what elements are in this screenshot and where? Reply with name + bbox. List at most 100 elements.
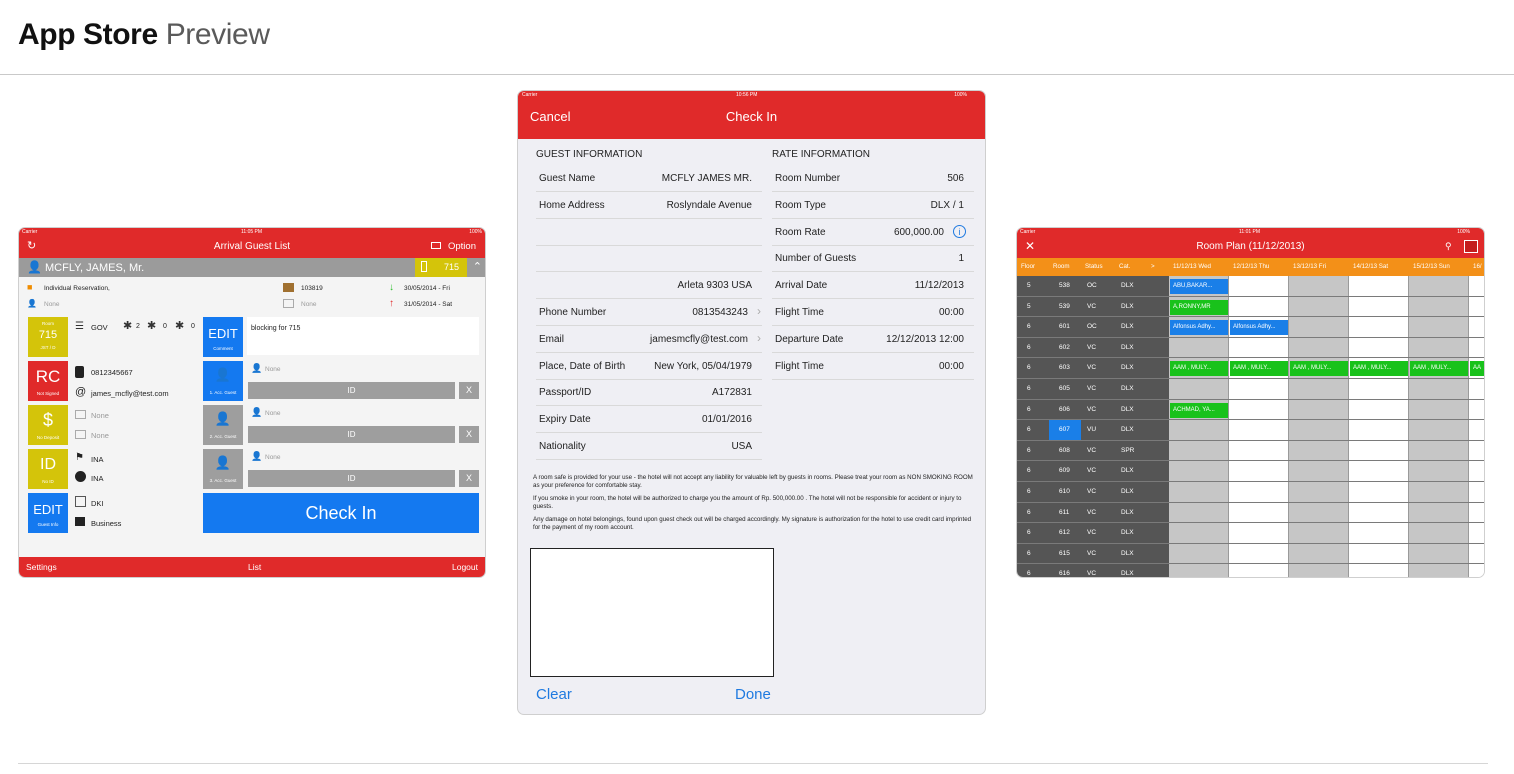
room-row[interactable]: 6 616 VC DLX (1017, 564, 1484, 577)
day-cell[interactable] (1469, 482, 1484, 502)
calendar-icon[interactable] (1464, 240, 1478, 253)
day-cell[interactable] (1289, 564, 1349, 577)
logout-button[interactable]: Logout (452, 562, 478, 572)
room-row[interactable]: 6 612 VC DLX (1017, 523, 1484, 544)
day-cell[interactable] (1229, 482, 1289, 502)
booking-block[interactable]: AA (1470, 361, 1484, 377)
day-cell[interactable] (1409, 317, 1469, 337)
day-cell[interactable] (1469, 420, 1484, 440)
day-cell[interactable] (1469, 337, 1484, 358)
day-cell[interactable] (1349, 399, 1409, 420)
day-cell[interactable] (1289, 317, 1349, 337)
day-cell[interactable] (1349, 317, 1409, 337)
day-cell[interactable] (1229, 337, 1289, 358)
day-cell[interactable] (1349, 523, 1409, 543)
booking-block[interactable]: Alfonsus Adhy... (1230, 320, 1288, 336)
room-row[interactable]: 6 602 VC DLX (1017, 337, 1484, 359)
day-cell[interactable] (1409, 461, 1469, 481)
day-cell[interactable] (1469, 379, 1484, 399)
room-row[interactable]: 6 608 VC SPR (1017, 440, 1484, 462)
day-cell[interactable] (1169, 420, 1229, 440)
day-cell[interactable] (1469, 399, 1484, 420)
day-cell[interactable] (1409, 420, 1469, 440)
day-cell[interactable] (1289, 379, 1349, 399)
day-cell[interactable] (1409, 543, 1469, 564)
day-cell[interactable] (1169, 543, 1229, 564)
day-cell[interactable] (1289, 337, 1349, 358)
booking-block[interactable]: ACHMAD, YA... (1170, 402, 1228, 418)
day-cell[interactable] (1229, 379, 1289, 399)
day-cell[interactable] (1229, 276, 1289, 296)
day-cell[interactable] (1349, 379, 1409, 399)
day-cell[interactable] (1229, 543, 1289, 564)
clear-button[interactable]: Clear (536, 686, 572, 703)
day-cell[interactable] (1169, 564, 1229, 577)
booking-block[interactable]: A,RONNY,MR (1170, 299, 1228, 315)
option-button[interactable]: Option (448, 241, 476, 252)
day-cell[interactable] (1289, 502, 1349, 523)
acc-guest-1-id[interactable]: ID (248, 382, 455, 399)
booking-block[interactable]: AAM , MULY... (1170, 361, 1228, 377)
day-cell[interactable] (1229, 523, 1289, 543)
day-cell[interactable] (1469, 543, 1484, 564)
done-button[interactable]: Done (735, 686, 771, 703)
day-cell[interactable] (1229, 461, 1289, 481)
settings-button[interactable]: Settings (26, 562, 57, 572)
day-cell[interactable] (1349, 482, 1409, 502)
id-tile[interactable]: ID No ID (28, 449, 68, 489)
day-cell[interactable] (1349, 461, 1409, 481)
booking-block[interactable]: AAM , MULY... (1230, 361, 1288, 377)
day-cell[interactable] (1169, 502, 1229, 523)
acc-guest-3-button[interactable]: 👤 3. Acc. Guest (203, 449, 243, 489)
booking-block[interactable]: AAM , MULY... (1410, 361, 1468, 377)
room-row[interactable]: 6 615 VC DLX (1017, 543, 1484, 565)
rc-tile[interactable]: RC Not Signed (28, 361, 68, 401)
room-row[interactable]: 6 610 VC DLX (1017, 482, 1484, 503)
day-cell[interactable] (1229, 420, 1289, 440)
collapse-icon[interactable]: ⌃ (473, 260, 482, 273)
edit-comment-button[interactable]: EDIT Comment (203, 317, 243, 357)
list-button[interactable]: List (248, 562, 261, 572)
guest-info-row[interactable]: Phone Number 0813543243 › (536, 299, 762, 326)
acc-guest-1-button[interactable]: 👤 1. Acc. Guest (203, 361, 243, 401)
day-cell[interactable] (1229, 564, 1289, 577)
day-cell[interactable] (1229, 440, 1289, 461)
day-cell[interactable] (1229, 399, 1289, 420)
room-row[interactable]: 6 606 VC DLX (1017, 399, 1484, 421)
day-cell[interactable] (1349, 440, 1409, 461)
day-cell[interactable] (1409, 523, 1469, 543)
acc-guest-3-remove[interactable]: X (459, 470, 479, 487)
booking-block[interactable]: ABU,BAKAR... (1170, 279, 1228, 294)
day-cell[interactable] (1169, 440, 1229, 461)
acc-guest-1-remove[interactable]: X (459, 382, 479, 399)
room-tile[interactable]: Room 715 JST / D (28, 317, 68, 357)
day-cell[interactable] (1229, 502, 1289, 523)
day-cell[interactable] (1289, 296, 1349, 317)
day-cell[interactable] (1469, 440, 1484, 461)
day-cell[interactable] (1409, 379, 1469, 399)
screenshot-check-in-form[interactable]: Carrier 10:56 PM 100% Cancel Check In GU… (517, 90, 986, 715)
day-cell[interactable] (1349, 564, 1409, 577)
day-cell[interactable] (1409, 440, 1469, 461)
day-cell[interactable] (1289, 440, 1349, 461)
day-cell[interactable] (1409, 502, 1469, 523)
room-row[interactable]: 5 538 OC DLX (1017, 276, 1484, 297)
day-cell[interactable] (1229, 296, 1289, 317)
day-cell[interactable] (1469, 296, 1484, 317)
day-cell[interactable] (1349, 502, 1409, 523)
day-cell[interactable] (1469, 523, 1484, 543)
comment-box[interactable]: blocking for 715 (247, 317, 479, 355)
day-cell[interactable] (1469, 317, 1484, 337)
day-cell[interactable] (1409, 337, 1469, 358)
day-cell[interactable] (1289, 482, 1349, 502)
acc-guest-2-id[interactable]: ID (248, 426, 455, 443)
day-cell[interactable] (1169, 337, 1229, 358)
booking-block[interactable]: Alfonsus Adhy... (1170, 320, 1228, 336)
signature-pad[interactable] (530, 548, 774, 677)
room-row[interactable]: 6 611 VC DLX (1017, 502, 1484, 524)
day-cell[interactable] (1409, 564, 1469, 577)
day-cell[interactable] (1169, 523, 1229, 543)
booking-block[interactable]: AAM , MULY... (1290, 361, 1348, 377)
room-row[interactable]: 5 539 VC DLX (1017, 296, 1484, 318)
screenshot-arrival-guest-list[interactable]: Carrier 11:05 PM 100% ↻ Arrival Guest Li… (18, 227, 486, 578)
